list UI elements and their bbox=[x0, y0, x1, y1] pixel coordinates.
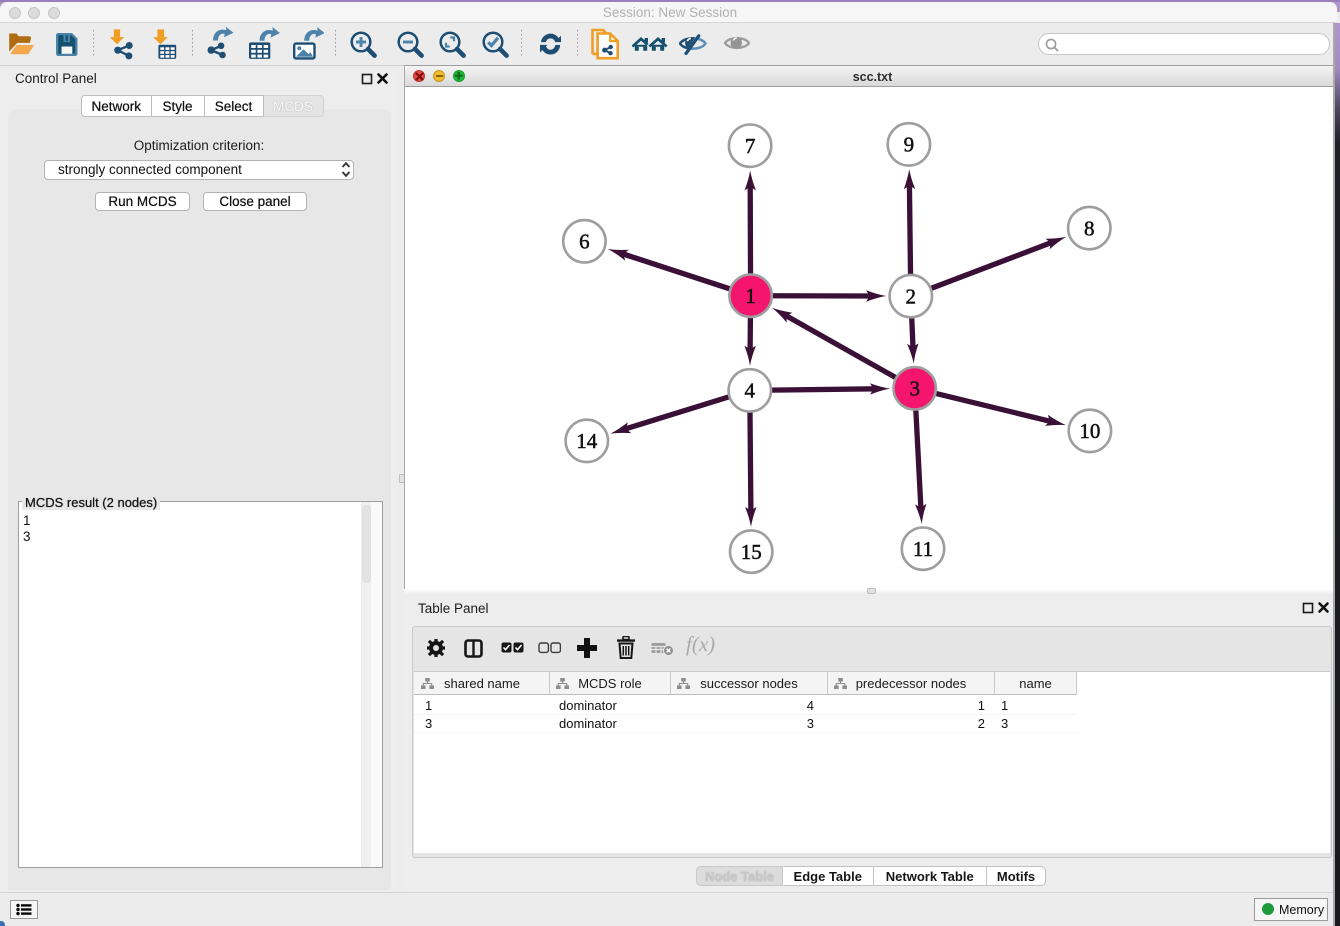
svg-text:8: 8 bbox=[1084, 216, 1095, 240]
svg-text:7: 7 bbox=[745, 134, 756, 158]
svg-text:6: 6 bbox=[579, 230, 590, 254]
svg-text:2: 2 bbox=[906, 284, 917, 308]
svg-text:10: 10 bbox=[1079, 419, 1100, 443]
svg-text:1: 1 bbox=[745, 284, 756, 308]
svg-text:15: 15 bbox=[741, 540, 762, 564]
svg-text:14: 14 bbox=[576, 429, 598, 453]
svg-text:11: 11 bbox=[913, 537, 933, 561]
svg-text:4: 4 bbox=[745, 379, 756, 403]
svg-text:9: 9 bbox=[904, 133, 915, 157]
svg-text:3: 3 bbox=[909, 377, 920, 401]
